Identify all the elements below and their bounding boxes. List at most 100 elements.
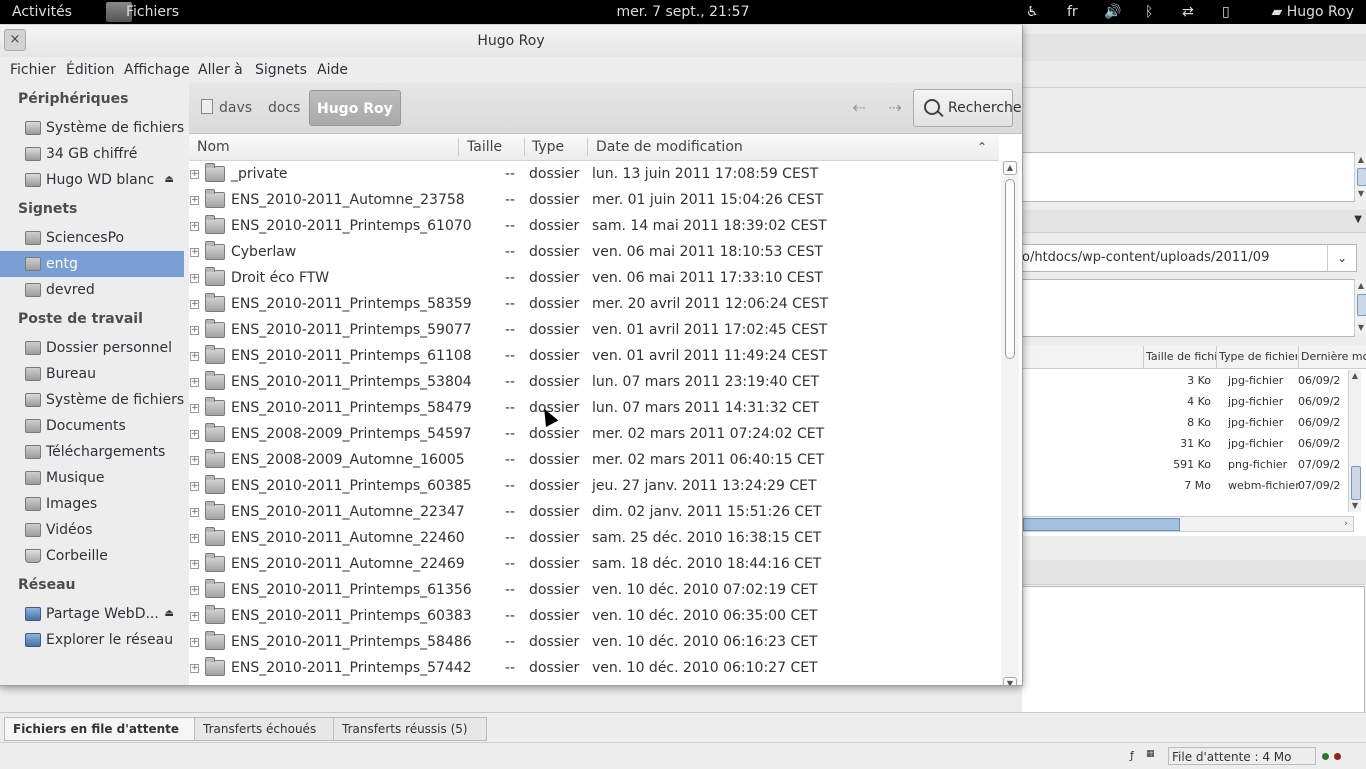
table-row[interactable]: + ENS_2010-2011_Printemps_61108 -- dossier v… [189, 343, 999, 369]
sidebar-item-desktop[interactable]: Bureau [0, 361, 184, 387]
remote-list-hscrollbar[interactable]: › [1022, 516, 1354, 532]
sidebar-item-downloads[interactable]: Téléchargements [0, 439, 184, 465]
sidebar-item-entg[interactable]: entg [0, 251, 184, 277]
menu-signets[interactable]: Signets [255, 57, 307, 83]
table-row[interactable]: + _private -- dossier lun. 13 juin 2011 17:0… [189, 161, 999, 187]
tab-queued-files[interactable]: Fichiers en file d'attente (1) [4, 717, 196, 758]
scroll-down-icon[interactable]: ▼ [1355, 188, 1366, 200]
scroll-thumb[interactable] [1005, 179, 1015, 359]
column-divider[interactable] [524, 138, 525, 156]
remote-list-scrollbar[interactable]: ▲ ▼ [1348, 370, 1361, 512]
scroll-up-icon[interactable]: ▲ [1355, 280, 1366, 292]
sidebar-item-34gb-encrypted[interactable]: 34 GB chiffré [0, 141, 184, 167]
accessibility-icon[interactable]: ♿ [1026, 0, 1039, 24]
expand-toggle-icon[interactable]: + [190, 248, 199, 257]
sidebar-item-videos[interactable]: Vidéos [0, 517, 184, 543]
scroll-down-icon[interactable]: ▼ [1355, 322, 1366, 334]
table-row[interactable]: + ENS_2010-2011_Printemps_58359 -- dossier m… [189, 291, 999, 317]
expand-toggle-icon[interactable]: + [190, 664, 199, 673]
scroll-thumb[interactable] [1357, 294, 1366, 316]
col-header-type[interactable]: Type [532, 134, 564, 160]
expand-toggle-icon[interactable]: + [190, 352, 199, 361]
filter-icon[interactable]: ƒ [1130, 749, 1134, 762]
chevron-down-icon[interactable]: ⌄ [1327, 245, 1356, 271]
col-header-size[interactable]: Taille de fichi [1143, 346, 1216, 369]
col-header-date[interactable]: Date de modification [596, 134, 743, 160]
log-scrollbar[interactable]: ▲ ▼ [1354, 154, 1366, 200]
sidebar-item-filesystem-device[interactable]: Système de fichiers ... [0, 115, 202, 141]
menu-fichier[interactable]: Fichier [10, 57, 56, 83]
expand-toggle-icon[interactable]: + [190, 560, 199, 569]
sidebar-item-trash[interactable]: Corbeille [0, 543, 184, 569]
sidebar-item-images[interactable]: Images [0, 491, 184, 517]
title-bar[interactable]: × Hugo Roy [0, 25, 1022, 57]
network-icon[interactable]: ⇄ [1182, 0, 1194, 24]
table-row[interactable]: + Cyberlaw -- dossier ven. 06 mai 2011 18:10… [189, 239, 999, 265]
table-row[interactable]: + ENS_2010-2011_Printemps_60383 -- dossier v… [189, 603, 999, 629]
column-divider[interactable] [587, 138, 588, 156]
table-row[interactable]: + ENS_2010-2011_Automne_22469 -- dossier sam… [189, 551, 999, 577]
scroll-up-icon[interactable]: ▲ [1355, 154, 1366, 166]
sidebar-item-browse-network[interactable]: Explorer le réseau [0, 627, 184, 653]
dropdown-arrow-icon[interactable]: ▼ [1354, 214, 1362, 225]
table-row[interactable]: + ENS_2010-2011_Automne_23758 -- dossier mer… [189, 187, 999, 213]
table-row[interactable]: + ENS_2010-2011_Printemps_61356 -- dossier v… [189, 577, 999, 603]
tab-successful-transfers[interactable]: Transferts réussis (5) [333, 717, 487, 741]
file-list-scrollbar[interactable]: ▲ ▼ [1001, 161, 1019, 685]
sidebar-item-filesystem[interactable]: Système de fichiers [0, 387, 184, 413]
table-row[interactable]: + ENS_2010-2011_Automne_22347 -- dossier dim… [189, 499, 999, 525]
user-menu[interactable]: ▰ Hugo Roy [1272, 0, 1355, 24]
table-row[interactable]: + ENS_2008-2009_Printemps_54597 -- dossier m… [189, 421, 999, 447]
expand-toggle-icon[interactable]: + [190, 300, 199, 309]
scroll-up-icon[interactable]: ▲ [1349, 370, 1361, 382]
sidebar-item-music[interactable]: Musique [0, 465, 184, 491]
col-header-size[interactable]: Taille [467, 134, 502, 160]
table-row[interactable]: + ENS_2010-2011_Printemps_60385 -- dossier j… [189, 473, 999, 499]
app-menu[interactable]: Fichiers [106, 0, 216, 24]
remote-path-field[interactable]: o/htdocs/wp-content/uploads/2011/09 ⌄ [1022, 244, 1357, 272]
expand-toggle-icon[interactable]: + [190, 508, 199, 517]
keyboard-language[interactable]: fr [1067, 0, 1078, 24]
sidebar-item-webdav-share[interactable]: Partage WebD... ⏏ [0, 601, 184, 627]
expand-toggle-icon[interactable]: + [190, 612, 199, 621]
sidebar-item-hugo-wd-blanc[interactable]: Hugo WD blanc ⏏ [0, 167, 184, 193]
crumb-docs[interactable]: docs [268, 90, 300, 126]
expand-toggle-icon[interactable]: + [190, 534, 199, 543]
search-button[interactable]: Recherche [913, 89, 1022, 127]
column-divider[interactable] [458, 138, 459, 156]
menu-affichage[interactable]: Affichage [124, 57, 190, 83]
scroll-down-icon[interactable]: ▼ [1003, 677, 1017, 685]
expand-toggle-icon[interactable]: + [190, 638, 199, 647]
crumb-hugo-roy[interactable]: Hugo Roy [309, 90, 401, 126]
scroll-down-icon[interactable]: ▼ [1349, 500, 1361, 512]
crumb-davs[interactable]: davs [201, 90, 252, 126]
eject-icon[interactable]: ⏏ [165, 167, 174, 193]
sidebar-item-home[interactable]: Dossier personnel [0, 335, 184, 361]
table-row[interactable]: + ENS_2010-2011_Printemps_58486 -- dossier v… [189, 629, 999, 655]
sort-ascending-icon[interactable]: ⌃ [977, 134, 987, 160]
table-row[interactable]: + ENS_2008-2009_Automne_16005 -- dossier mer… [189, 447, 999, 473]
expand-toggle-icon[interactable]: + [190, 482, 199, 491]
expand-toggle-icon[interactable]: + [190, 586, 199, 595]
expand-toggle-icon[interactable]: + [190, 326, 199, 335]
battery-icon[interactable]: ▯ [1222, 0, 1230, 24]
activities-button[interactable]: Activités [12, 0, 72, 24]
close-button[interactable]: × [4, 29, 26, 51]
col-header-modified[interactable]: Dernière mo [1298, 346, 1366, 369]
forward-arrow-icon[interactable]: ⇢ [881, 95, 909, 121]
binary-icon[interactable]: ▦ [1146, 749, 1155, 759]
table-row[interactable]: + ENS_2010-2011_Printemps_57442 -- dossier v… [189, 655, 999, 681]
table-row[interactable]: + ENS_2010-2011_Printemps_59077 -- dossier v… [189, 317, 999, 343]
sidebar-item-sciencespo[interactable]: SciencesPo [0, 225, 184, 251]
sidebar-item-devred[interactable]: devred [0, 277, 184, 303]
expand-toggle-icon[interactable]: + [190, 378, 199, 387]
hscroll-thumb[interactable] [1023, 518, 1180, 531]
menu-aller-a[interactable]: Aller à [198, 57, 243, 83]
expand-toggle-icon[interactable]: + [190, 274, 199, 283]
table-row[interactable]: + ENS_2010-2011_Automne_22460 -- dossier sam… [189, 525, 999, 551]
scroll-thumb[interactable] [1357, 168, 1366, 186]
expand-toggle-icon[interactable]: + [190, 456, 199, 465]
tree-scrollbar[interactable]: ▲ ▼ [1354, 280, 1366, 334]
clock[interactable]: mer. 7 sept., 21:57 [617, 4, 750, 20]
expand-toggle-icon[interactable]: + [190, 430, 199, 439]
